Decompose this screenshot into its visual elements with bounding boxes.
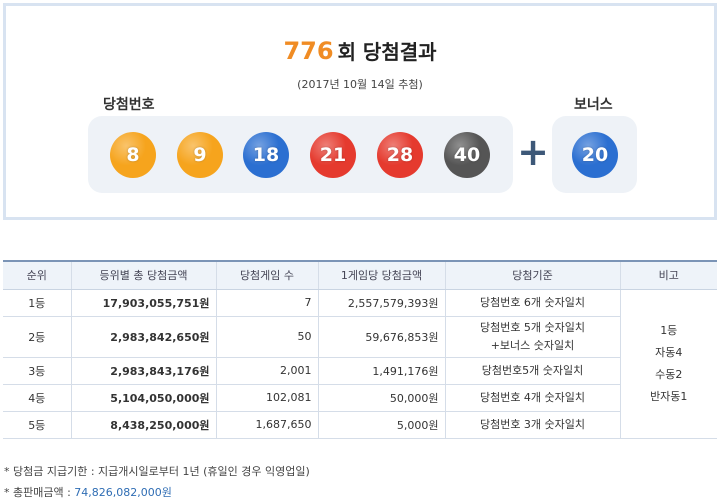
total-prize-cell: 2,983,842,650원 bbox=[70, 316, 216, 358]
table-row: 3등 2,983,843,176원 2,001 1,491,176원 당첨번호5… bbox=[3, 357, 717, 385]
prize-per-game-cell: 1,491,176원 bbox=[317, 357, 445, 385]
criteria-line: 당첨번호 4개 숫자일치 bbox=[479, 390, 586, 404]
criteria-cell: 당첨번호 3개 숫자일치 bbox=[444, 411, 620, 439]
criteria-cell: 당첨번호 4개 숫자일치 bbox=[444, 384, 620, 412]
prize-table: 순위 등위별 총 당첨금액 당첨게임 수 1게임당 당첨금액 당첨기준 비고 1… bbox=[3, 260, 717, 439]
table-header-row: 순위 등위별 총 당첨금액 당첨게임 수 1게임당 당첨금액 당첨기준 비고 bbox=[3, 260, 717, 290]
table-row: 5등 8,438,250,000원 1,687,650 5,000원 당첨번호 … bbox=[3, 411, 717, 439]
criteria-line: 당첨번호5개 숫자일치 bbox=[481, 363, 584, 377]
note-line: 수동2 bbox=[655, 367, 683, 381]
winning-numbers-panel: 8 9 18 21 28 40 bbox=[88, 116, 513, 193]
header-winner-count: 당첨게임 수 bbox=[215, 260, 318, 290]
prize-per-game-cell: 59,676,853원 bbox=[317, 316, 445, 358]
rank-cell: 4등 bbox=[3, 384, 71, 412]
criteria-cell: 당첨번호5개 숫자일치 bbox=[444, 357, 620, 385]
table-row: 1등 17,903,055,751원 7 2,557,579,393원 당첨번호… bbox=[3, 289, 717, 439]
plus-icon: + bbox=[517, 130, 549, 174]
table-row: 2등 2,983,842,650원 50 59,676,853원 당첨번호 5개… bbox=[3, 316, 717, 358]
header-criteria: 당첨기준 bbox=[444, 260, 620, 290]
criteria-line: +보너스 숫자일치 bbox=[490, 338, 575, 352]
total-sales-value: 74,826,082,000원 bbox=[74, 486, 172, 499]
note-line: 1등 bbox=[660, 323, 678, 337]
rank-cell: 2등 bbox=[3, 316, 71, 358]
total-prize-cell: 2,983,843,176원 bbox=[70, 357, 216, 385]
round-number: 776 bbox=[283, 37, 334, 65]
rank-cell: 5등 bbox=[3, 411, 71, 439]
prize-per-game-cell: 5,000원 bbox=[317, 411, 445, 439]
total-prize-cell: 17,903,055,751원 bbox=[70, 289, 216, 317]
winner-count-cell: 50 bbox=[215, 316, 318, 358]
prize-per-game-cell: 50,000원 bbox=[317, 384, 445, 412]
note-line: 반자동1 bbox=[650, 389, 688, 403]
winner-count-cell: 102,081 bbox=[215, 384, 318, 412]
winner-count-cell: 2,001 bbox=[215, 357, 318, 385]
rank-cell: 1등 bbox=[3, 289, 71, 317]
criteria-line: 당첨번호 6개 숫자일치 bbox=[479, 295, 586, 309]
prize-per-game-cell: 2,557,579,393원 bbox=[317, 289, 445, 317]
note-cell: 1등 자동4 수동2 반자동1 bbox=[619, 289, 717, 439]
winning-ball-3: 18 bbox=[243, 132, 289, 178]
header-note: 비고 bbox=[619, 260, 717, 290]
payment-deadline-note: * 당첨금 지급기한 : 지급개시일로부터 1년 (휴일인 경우 익영업일) bbox=[4, 465, 310, 478]
winning-numbers-label: 당첨번호 bbox=[103, 97, 155, 113]
criteria-cell: 당첨번호 5개 숫자일치 +보너스 숫자일치 bbox=[444, 316, 620, 358]
header-rank: 순위 bbox=[3, 260, 71, 290]
winner-count-cell: 1,687,650 bbox=[215, 411, 318, 439]
winner-count-cell: 7 bbox=[215, 289, 318, 317]
total-sales-note: * 총판매금액 : 74,826,082,000원 bbox=[4, 484, 172, 500]
header-prize-per-game: 1게임당 당첨금액 bbox=[317, 260, 445, 290]
note-line: 자동4 bbox=[655, 345, 683, 359]
criteria-line: 당첨번호 3개 숫자일치 bbox=[479, 417, 586, 431]
criteria-line: 당첨번호 5개 숫자일치 bbox=[479, 320, 586, 334]
winning-ball-2: 9 bbox=[177, 132, 223, 178]
header-total-prize: 등위별 총 당첨금액 bbox=[70, 260, 216, 290]
winning-ball-6: 40 bbox=[444, 132, 490, 178]
winning-ball-4: 21 bbox=[310, 132, 356, 178]
criteria-cell: 당첨번호 6개 숫자일치 bbox=[444, 289, 620, 317]
bonus-label: 보너스 bbox=[574, 97, 613, 113]
rank-cell: 3등 bbox=[3, 357, 71, 385]
table-row: 4등 5,104,050,000원 102,081 50,000원 당첨번호 4… bbox=[3, 384, 717, 412]
draw-title: 776 회 당첨결과 bbox=[6, 36, 714, 65]
draw-result-box: 776 회 당첨결과 (2017년 10월 14일 추첨) 당첨번호 보너스 8 … bbox=[3, 3, 717, 220]
total-sales-label: * 총판매금액 : bbox=[4, 486, 75, 499]
total-prize-cell: 8,438,250,000원 bbox=[70, 411, 216, 439]
winning-ball-1: 8 bbox=[110, 132, 156, 178]
draw-date: (2017년 10월 14일 추첨) bbox=[297, 78, 423, 91]
bonus-number-panel: 20 bbox=[552, 116, 637, 193]
round-title-suffix: 회 당첨결과 bbox=[337, 40, 437, 64]
total-prize-cell: 5,104,050,000원 bbox=[70, 384, 216, 412]
winning-ball-5: 28 bbox=[377, 132, 423, 178]
bonus-ball: 20 bbox=[572, 132, 618, 178]
